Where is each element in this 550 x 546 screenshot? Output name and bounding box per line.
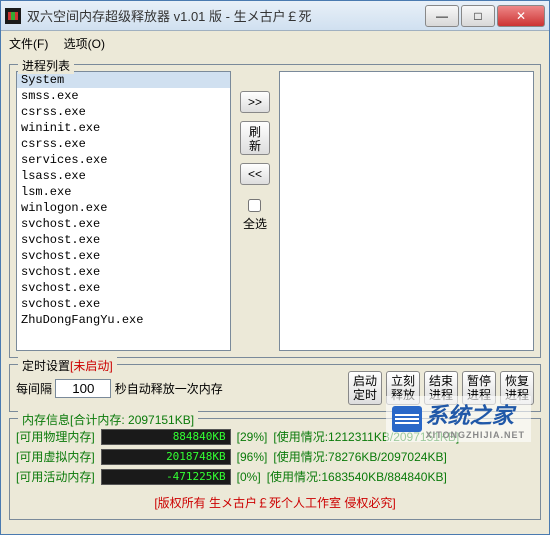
process-legend: 进程列表 [18,57,74,74]
process-item[interactable]: svchost.exe [17,296,230,312]
process-item[interactable]: winlogon.exe [17,200,230,216]
process-item[interactable]: svchost.exe [17,280,230,296]
interval-suffix: 秒自动释放一次内存 [115,382,223,396]
select-all-checkbox[interactable] [248,199,261,212]
menu-options[interactable]: 选项(O) [64,35,105,52]
process-item[interactable]: svchost.exe [17,248,230,264]
process-fieldset: 进程列表 Systemsmss.execsrss.exewininit.exec… [9,64,541,358]
app-icon [5,8,21,24]
process-item[interactable]: ZhuDongFangYu.exe [17,312,230,328]
mem-usage: [使用情况:78276KB/2097024KB] [273,448,446,465]
minimize-button[interactable]: — [425,5,459,27]
process-item[interactable]: svchost.exe [17,232,230,248]
pause-process-button[interactable]: 暂停 进程 [462,371,496,405]
selected-listbox[interactable] [279,71,534,351]
start-timer-button[interactable]: 启动 定时 [348,371,382,405]
client-area: 进程列表 Systemsmss.execsrss.exewininit.exec… [1,56,549,534]
process-item[interactable]: csrss.exe [17,136,230,152]
copyright-text: [版权所有 生メ古户￡死个人工作室 侵权必究] [16,488,534,513]
mem-percent: [96%] [237,450,268,464]
mem-usage: [使用情况:1683540KB/884840KB] [267,468,447,485]
mem-value-bar: 884840KB [101,429,231,445]
mem-usage: [使用情况:1212311KB/2097151KB] [273,428,459,445]
process-item[interactable]: smss.exe [17,88,230,104]
menubar: 文件(F) 选项(O) [1,31,549,56]
interval-input[interactable] [55,379,111,398]
process-item[interactable]: services.exe [17,152,230,168]
memory-row: [可用活动内存] -471225KB [0%] [使用情况:1683540KB/884… [16,468,534,485]
move-right-button[interactable]: >> [240,91,270,113]
select-all-label: 全选 [243,217,267,231]
window-title: 双六空间内存超级释放器 v1.01 版 - 生メ古户￡死 [27,6,425,25]
memory-row: [可用虚拟内存] 2018748KB [96%] [使用情况:78276KB/2097… [16,448,534,465]
refresh-button[interactable]: 刷 新 [240,121,270,155]
release-now-button[interactable]: 立刻 释放 [386,371,420,405]
mem-label: [可用虚拟内存] [16,448,95,465]
process-item[interactable]: wininit.exe [17,120,230,136]
memory-legend: 内存信息[合计内存: 2097151KB] [18,411,198,428]
move-left-button[interactable]: << [240,163,270,185]
process-item[interactable]: svchost.exe [17,216,230,232]
process-item[interactable]: System [17,72,230,88]
menu-file[interactable]: 文件(F) [9,35,48,52]
memory-fieldset: 内存信息[合计内存: 2097151KB] [可用物理内存]884840KB[2… [9,418,541,520]
timer-fieldset: 定时设置[未启动] 每间隔 秒自动释放一次内存 启动 定时 立刻 释放 结束 进… [9,364,541,412]
interval-prefix: 每间隔 [16,382,52,396]
timer-legend: 定时设置[未启动] [18,357,117,374]
process-item[interactable]: svchost.exe [17,264,230,280]
mem-value-bar: 2018748KB [101,449,231,465]
window-controls: — □ ✕ [425,5,545,27]
end-process-button[interactable]: 结束 进程 [424,371,458,405]
list-controls: >> 刷 新 << 全选 [237,71,273,351]
app-window: 双六空间内存超级释放器 v1.01 版 - 生メ古户￡死 — □ ✕ 文件(F)… [0,0,550,535]
titlebar[interactable]: 双六空间内存超级释放器 v1.01 版 - 生メ古户￡死 — □ ✕ [1,1,549,31]
memory-row: [可用物理内存] 884840KB [29%] [使用情况:1212311KB/209… [16,428,534,445]
process-item[interactable]: lsm.exe [17,184,230,200]
mem-percent: [0%] [237,470,261,484]
process-item[interactable]: lsass.exe [17,168,230,184]
process-listbox[interactable]: Systemsmss.execsrss.exewininit.execsrss.… [16,71,231,351]
mem-value-bar: -471225KB [101,469,231,485]
maximize-button[interactable]: □ [461,5,495,27]
resume-process-button[interactable]: 恢复 进程 [500,371,534,405]
process-item[interactable]: csrss.exe [17,104,230,120]
mem-label: [可用活动内存] [16,468,95,485]
close-button[interactable]: ✕ [497,5,545,27]
mem-label: [可用物理内存] [16,428,95,445]
mem-percent: [29%] [237,430,268,444]
